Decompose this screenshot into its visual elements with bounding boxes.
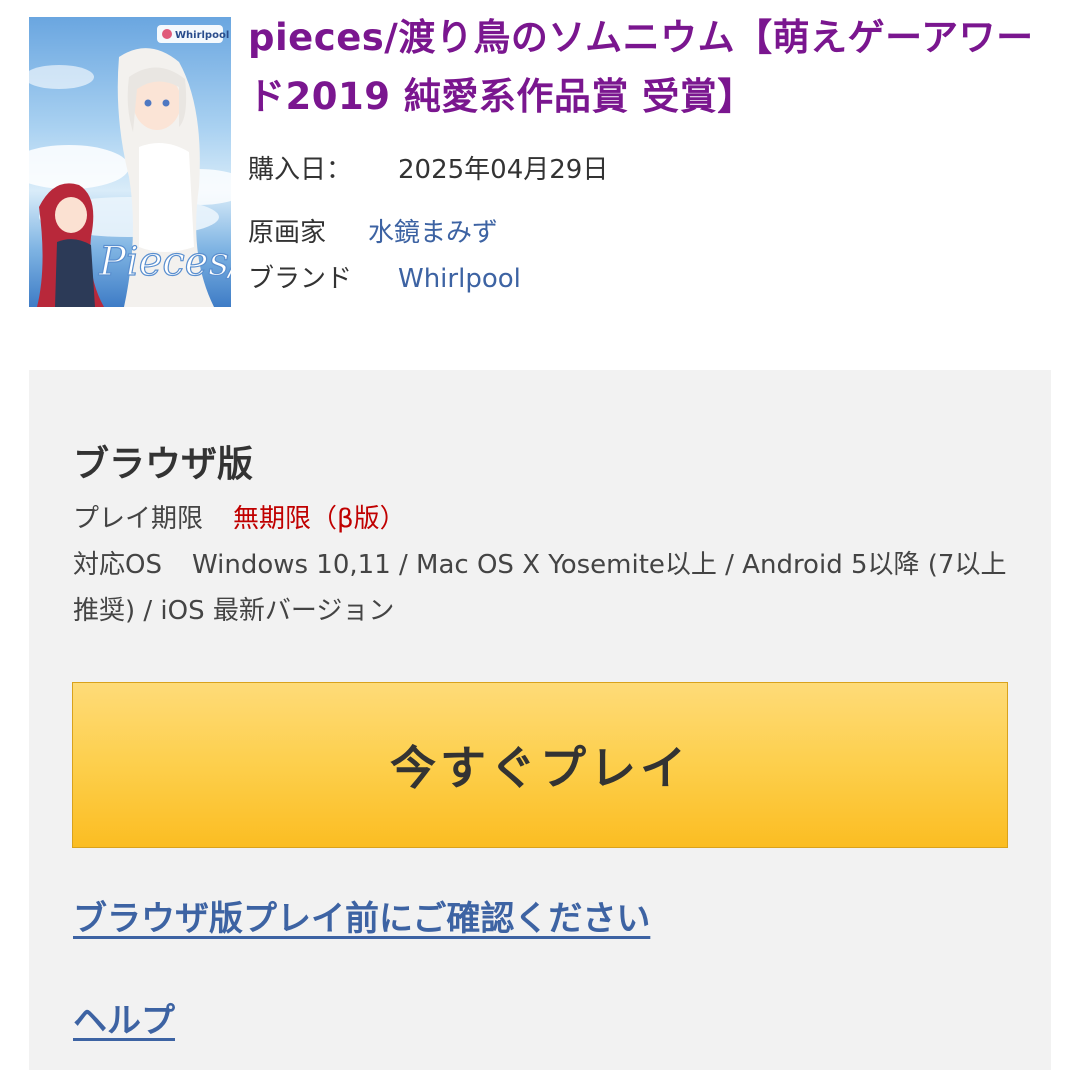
product-header: Whirlpool Pieces/ pieces/渡り鳥のソムニウム【萌えゲーア… [0,0,1080,340]
product-title[interactable]: pieces/渡り鳥のソムニウム【萌えゲーアワード2019 純愛系作品賞 受賞】 [248,8,1048,126]
artist-row: 原画家 水鏡まみず [248,215,498,251]
purchase-date-value: 2025年04月29日 [398,155,609,185]
brand-row: ブランド Whirlpool [248,261,521,297]
purchase-date-row: 購入日： 2025年04月29日 [248,152,608,188]
purchase-date-label: 購入日： [248,155,353,185]
play-now-button[interactable]: 今すぐプレイ [72,682,1008,848]
artist-label: 原画家 [248,218,327,248]
play-limit-label: プレイ期限 [73,504,204,534]
play-limit-row: プレイ期限 無期限（β版） [73,496,406,542]
supported-os-value: Windows 10,11 / Mac OS X Yosemite以上 / An… [73,550,1007,626]
brand-label: ブランド [248,264,353,294]
supported-os-label: 対応OS [73,550,162,580]
cover-artwork: Whirlpool Pieces/ [29,25,231,307]
product-cover-image[interactable]: Whirlpool Pieces/ [29,17,231,307]
cover-brand-badge: Whirlpool [175,30,229,41]
pre-play-notice-link[interactable]: ブラウザ版プレイ前にご確認ください [73,896,650,942]
browser-version-panel: ブラウザ版 プレイ期限 無期限（β版） 対応OS Windows 10,11 / M… [29,370,1051,1070]
play-limit-value: 無期限（β版） [233,504,406,534]
artist-link[interactable]: 水鏡まみず [368,215,498,251]
cover-logo-text: Pieces/ [98,239,231,285]
supported-os-row: 対応OS Windows 10,11 / Mac OS X Yosemite以上 … [73,542,1013,634]
browser-version-title: ブラウザ版 [73,444,254,485]
brand-link[interactable]: Whirlpool [398,261,521,297]
help-link[interactable]: ヘルプ [73,998,175,1044]
